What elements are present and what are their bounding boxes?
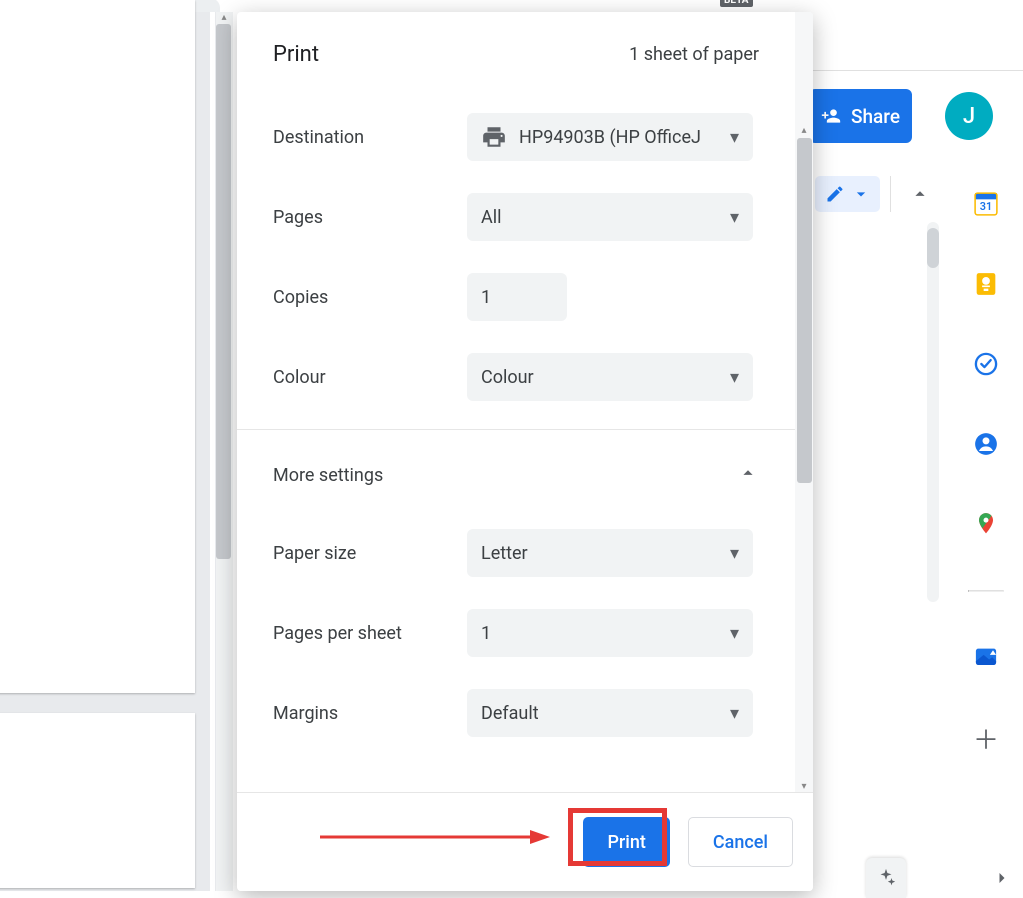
- caret-down-icon: ▾: [730, 543, 739, 564]
- addon-app-icon[interactable]: [972, 644, 1000, 672]
- more-settings-label: More settings: [273, 465, 383, 486]
- side-panel-rail: 31 ＋: [968, 190, 1004, 752]
- pages-value: All: [481, 207, 718, 228]
- chevron-up-icon: [909, 183, 931, 205]
- dialog-scroll-down-button[interactable]: ▾: [797, 780, 811, 792]
- more-settings-toggle[interactable]: More settings: [237, 438, 795, 513]
- copies-label: Copies: [273, 287, 447, 308]
- colour-label: Colour: [273, 367, 447, 388]
- colour-select[interactable]: Colour ▾: [467, 353, 753, 401]
- calendar-app-icon[interactable]: 31: [972, 190, 1000, 218]
- colour-value: Colour: [481, 367, 718, 388]
- caret-down-icon: ▾: [730, 367, 739, 388]
- dialog-scroll-up-button[interactable]: ▴: [797, 124, 811, 136]
- explore-button[interactable]: [866, 858, 906, 898]
- sheet-count-label: 1 sheet of paper: [629, 44, 759, 65]
- chevron-right-icon: [992, 868, 1012, 888]
- toolbar-divider: [813, 70, 1023, 71]
- collapse-toolbar-button[interactable]: [902, 176, 938, 212]
- cancel-button-label: Cancel: [713, 832, 768, 853]
- maps-app-icon[interactable]: [972, 510, 1000, 538]
- destination-label: Destination: [273, 127, 447, 148]
- paper-size-label: Paper size: [273, 543, 447, 564]
- document-scrollbar-track: [927, 222, 939, 602]
- printer-icon: [481, 124, 507, 150]
- caret-down-icon: ▾: [730, 703, 739, 724]
- paper-size-value: Letter: [481, 543, 718, 564]
- tasks-app-icon[interactable]: [972, 350, 1000, 378]
- copies-row: Copies: [237, 257, 795, 337]
- caret-down-icon: ▾: [730, 127, 739, 148]
- print-button[interactable]: Print: [583, 817, 669, 867]
- destination-select[interactable]: HP94903B (HP OfficeJ ▾: [467, 113, 753, 161]
- margins-label: Margins: [273, 703, 447, 724]
- account-avatar[interactable]: J: [945, 92, 993, 140]
- pages-per-sheet-select[interactable]: 1 ▾: [467, 609, 753, 657]
- preview-page-2: [0, 713, 195, 888]
- get-addons-button[interactable]: ＋: [972, 724, 1000, 752]
- plus-icon: ＋: [973, 720, 999, 757]
- share-button[interactable]: Share: [809, 89, 912, 143]
- pages-per-sheet-row: Pages per sheet 1 ▾: [237, 593, 795, 673]
- margins-row: Margins Default ▾: [237, 673, 795, 753]
- svg-text:31: 31: [980, 200, 992, 213]
- keep-app-icon[interactable]: [972, 270, 1000, 298]
- editing-mode-button[interactable]: [815, 176, 880, 212]
- preview-page-1: [0, 0, 195, 693]
- pages-per-sheet-value: 1: [481, 623, 718, 644]
- preview-scroll-up-button[interactable]: ▴: [217, 12, 231, 23]
- avatar-initial: J: [963, 104, 975, 129]
- print-button-label: Print: [607, 832, 645, 853]
- sparkle-icon: [875, 867, 897, 889]
- caret-down-icon: ▾: [730, 207, 739, 228]
- pages-label: Pages: [273, 207, 447, 228]
- dialog-footer: Print Cancel: [237, 792, 813, 891]
- chevron-up-icon: [737, 462, 759, 489]
- destination-value: HP94903B (HP OfficeJ: [519, 127, 718, 148]
- paper-size-row: Paper size Letter ▾: [237, 513, 795, 593]
- paper-size-select[interactable]: Letter ▾: [467, 529, 753, 577]
- dialog-divider: [237, 429, 795, 430]
- preview-scrollbar-thumb[interactable]: [216, 24, 231, 559]
- dialog-title: Print: [273, 42, 319, 67]
- show-side-panel-button[interactable]: [989, 865, 1015, 891]
- margins-select[interactable]: Default ▾: [467, 689, 753, 737]
- margins-value: Default: [481, 703, 718, 724]
- pages-per-sheet-label: Pages per sheet: [273, 623, 447, 644]
- destination-row: Destination HP94903B (HP OfficeJ ▾: [237, 97, 795, 177]
- document-scrollbar-thumb[interactable]: [927, 228, 939, 268]
- cancel-button[interactable]: Cancel: [688, 817, 793, 867]
- caret-down-icon: [851, 184, 871, 204]
- beta-badge: BETA: [720, 0, 753, 7]
- colour-row: Colour Colour ▾: [237, 337, 795, 417]
- pages-select[interactable]: All ▾: [467, 193, 753, 241]
- dialog-scrollbar-thumb[interactable]: [797, 138, 812, 483]
- contacts-app-icon[interactable]: [972, 430, 1000, 458]
- share-button-label: Share: [851, 105, 900, 128]
- person-add-icon: [821, 106, 841, 126]
- side-rail-divider: [968, 590, 1004, 592]
- copies-input[interactable]: [467, 273, 567, 321]
- caret-down-icon: ▾: [730, 623, 739, 644]
- print-dialog-body: Print 1 sheet of paper Destination HP949…: [237, 12, 795, 792]
- pages-row: Pages All ▾: [237, 177, 795, 257]
- toolbar-separator: [890, 176, 891, 212]
- pencil-icon: [825, 184, 845, 204]
- print-dialog: Print 1 sheet of paper Destination HP949…: [237, 12, 813, 891]
